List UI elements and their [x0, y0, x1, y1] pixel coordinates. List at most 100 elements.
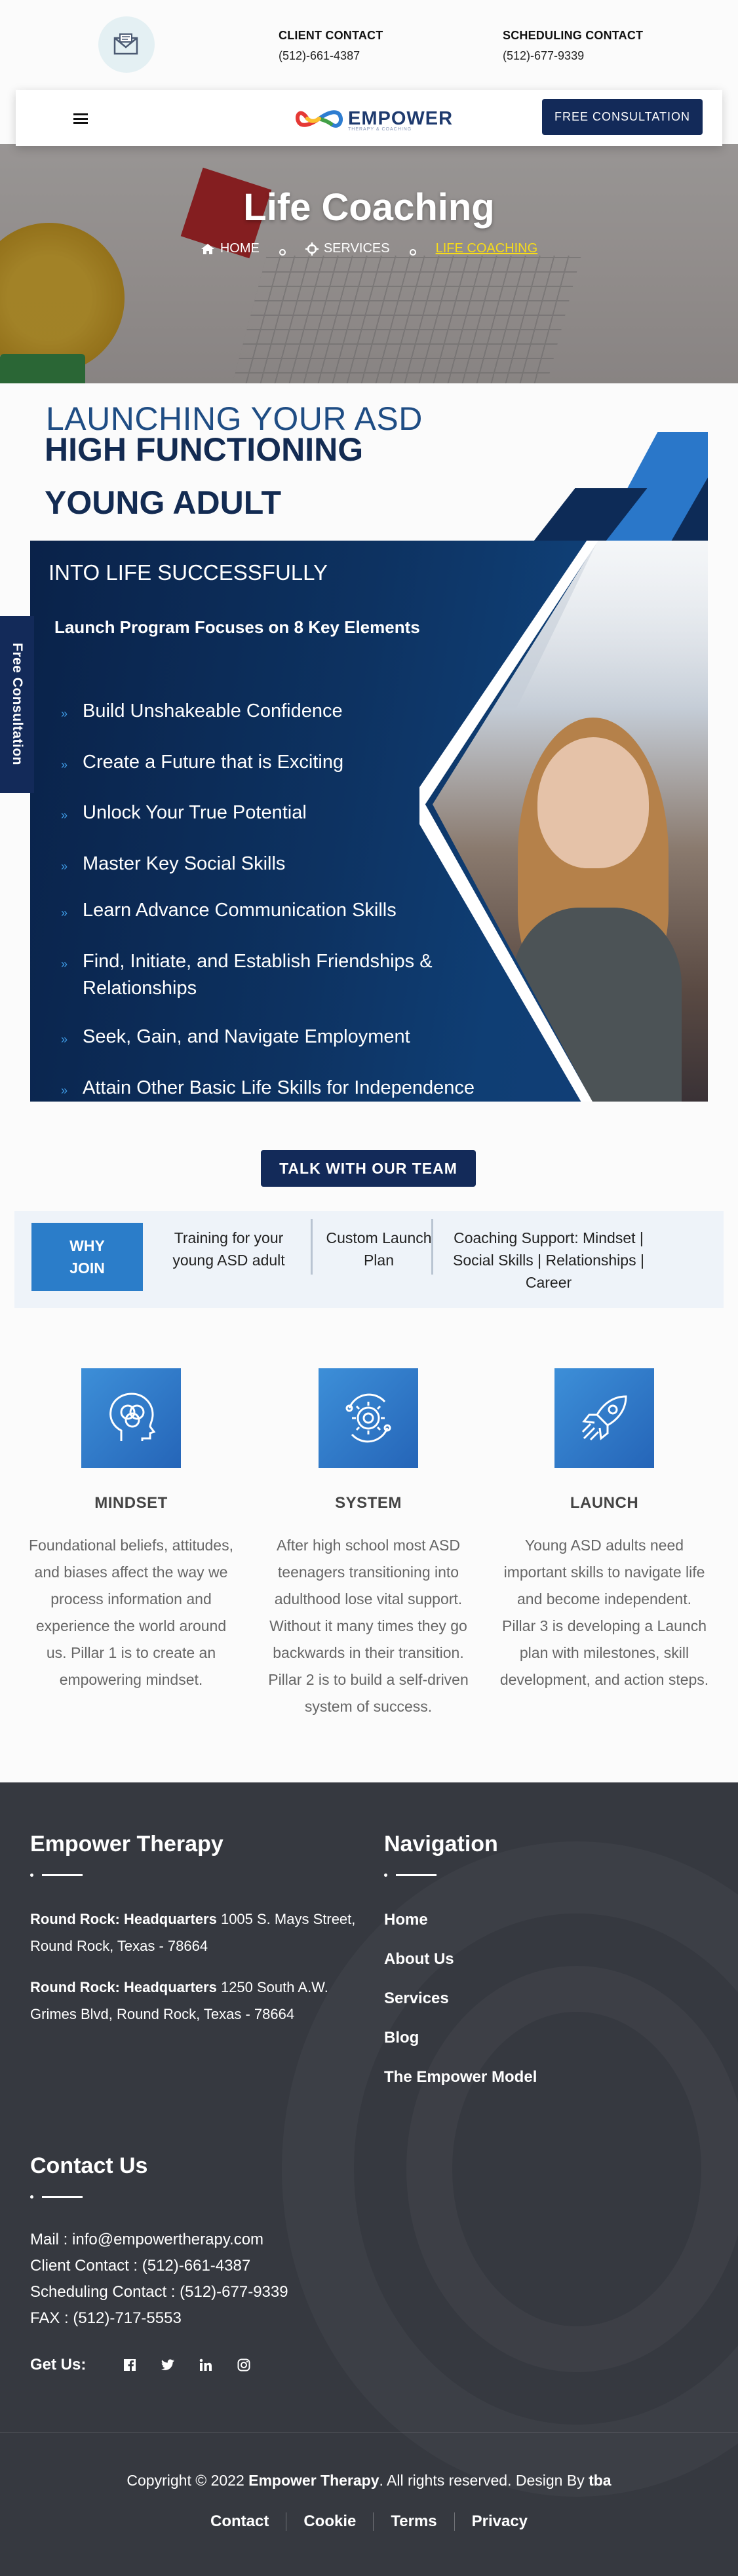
list-item: » Create a Future that is Exciting [61, 749, 480, 779]
divider [431, 1219, 433, 1275]
breadcrumb-services[interactable]: SERVICES [305, 241, 390, 256]
key-elements-list: » Build Unshakeable Confidence » Create a … [61, 698, 480, 1102]
hamburger-menu-icon[interactable] [73, 113, 88, 124]
breadcrumb-separator [279, 248, 286, 256]
client-contact-phone[interactable]: (512)-661-4387 [279, 49, 383, 63]
legal-link-privacy[interactable]: Privacy [454, 2512, 545, 2531]
free-consultation-button[interactable]: FREE CONSULTATION [542, 99, 703, 135]
double-chevron-icon: » [61, 758, 68, 771]
footer-link-home[interactable]: Home [384, 1900, 537, 1940]
linkedin-icon[interactable] [199, 2358, 213, 2372]
top-bar: CLIENT CONTACT (512)-661-4387 SCHEDULING… [0, 0, 738, 88]
client-contact-title: CLIENT CONTACT [279, 29, 383, 42]
client-contact: CLIENT CONTACT (512)-661-4387 [279, 29, 383, 63]
legal-link-contact[interactable]: Contact [193, 2512, 286, 2531]
free-consultation-side-tab[interactable]: Free Consultation [0, 616, 34, 793]
divider [311, 1219, 313, 1275]
list-item: » Find, Initiate, and Establish Friendshi… [61, 948, 480, 1002]
contact-mail[interactable]: Mail : info@empowertherapy.com [30, 2227, 288, 2253]
hero-content: Life Coaching HOME SERVICES LIFE COACHIN… [0, 144, 738, 383]
contact-scheduling[interactable]: Scheduling Contact : (512)-677-9339 [30, 2279, 288, 2305]
launch-panel: INTO LIFE SUCCESSFULLY Launch Program Fo… [30, 541, 708, 1102]
legal-link-terms[interactable]: Terms [373, 2512, 454, 2531]
double-chevron-icon: » [61, 707, 68, 720]
heading-underline [30, 2195, 83, 2199]
facebook-icon[interactable] [123, 2358, 137, 2372]
get-us-label: Get Us: [30, 2356, 87, 2374]
list-item: » Learn Advance Communication Skills [61, 897, 480, 927]
copyright-designer[interactable]: tba [589, 2472, 612, 2489]
logo[interactable]: EMPOWER THERAPY & COACHING [296, 106, 453, 132]
address-hq-2: Round Rock: Headquarters 1250 South A.W.… [30, 1979, 328, 2022]
footer-contact-heading: Contact Us [30, 2153, 148, 2178]
double-chevron-icon: » [61, 906, 68, 919]
list-item: » Attain Other Basic Life Skills for Inde… [61, 1075, 480, 1102]
page-title: Life Coaching [243, 186, 495, 229]
launch-panel-heading: INTO LIFE SUCCESSFULLY [49, 560, 328, 585]
logo-tagline: THERAPY & COACHING [348, 127, 412, 132]
breadcrumb-services-label: SERVICES [323, 241, 390, 256]
why-item: Training for your young ASD adult [172, 1229, 285, 1269]
copyright-brand[interactable]: Empower Therapy [248, 2472, 379, 2489]
double-chevron-icon: » [61, 1033, 68, 1046]
footer-link-empower-model[interactable]: The Empower Model [384, 2058, 537, 2097]
pillar-launch: LAUNCH Young ASD adults need important s… [499, 1368, 709, 1693]
heading-underline [384, 1874, 437, 1877]
pillar-mindset: MINDSET Foundational beliefs, attitudes,… [26, 1368, 236, 1693]
footer-divider [0, 2432, 738, 2433]
social-row: Get Us: [30, 2356, 251, 2374]
breadcrumb-home[interactable]: HOME [201, 241, 260, 256]
hero-banner: Life Coaching HOME SERVICES LIFE COACHIN… [0, 144, 738, 383]
footer-nav-heading: Navigation [384, 1832, 498, 1856]
launch-panel-subheading: Launch Program Focuses on 8 Key Elements [54, 617, 420, 637]
contact-fax: FAX : (512)-717-5553 [30, 2309, 182, 2327]
footer-brand-heading: Empower Therapy [30, 1832, 223, 1856]
breadcrumb: HOME SERVICES LIFE COACHING [0, 241, 738, 256]
side-tab-label: Free Consultation [10, 643, 25, 766]
why-join-bar: WHY JOIN Training for your young ASD adu… [14, 1211, 724, 1308]
list-item: » Unlock Your True Potential [61, 799, 480, 829]
site-footer: Empower Therapy Round Rock: Headquarters… [0, 1782, 738, 2576]
footer-link-about[interactable]: About Us [384, 1940, 537, 1979]
pillar-body: Foundational beliefs, attitudes, and bia… [29, 1537, 233, 1688]
list-item: » Build Unshakeable Confidence [61, 698, 480, 727]
infinity-logo-icon [296, 110, 343, 128]
breadcrumb-separator [409, 248, 416, 256]
gear-icon [319, 1368, 418, 1468]
footer-nav-list: Home About Us Services Blog The Empower … [384, 1900, 537, 2097]
instagram-icon[interactable] [237, 2358, 251, 2372]
launch-heading-line1: HIGH FUNCTIONING [45, 431, 364, 468]
legal-links: Contact Cookie Terms Privacy [0, 2512, 738, 2531]
home-icon [201, 243, 214, 254]
copyright: Copyright © 2022 Empower Therapy. All ri… [126, 2472, 612, 2489]
why-item: Custom Launch Plan [326, 1229, 432, 1269]
contact-client[interactable]: Client Contact : (512)-661-4387 [30, 2253, 288, 2279]
pillar-title: LAUNCH [570, 1494, 639, 1512]
brain-icon [81, 1368, 181, 1468]
list-item: » Master Key Social Skills [61, 851, 480, 880]
pillar-title: MINDSET [94, 1494, 168, 1512]
footer-link-services[interactable]: Services [384, 1979, 537, 2018]
why-item: Coaching Support: Mindset | Social Skill… [453, 1229, 644, 1291]
scheduling-contact-title: SCHEDULING CONTACT [503, 29, 644, 42]
scheduling-contact: SCHEDULING CONTACT (512)-677-9339 [503, 29, 643, 63]
footer-link-blog[interactable]: Blog [384, 2018, 537, 2058]
address-hq-1: Round Rock: Headquarters 1005 S. Mays St… [30, 1911, 356, 1954]
footer-contact-lines: Mail : info@empowertherapy.com Client Co… [30, 2227, 288, 2332]
breadcrumb-home-label: HOME [220, 241, 260, 256]
launch-heading-line2: YOUNG ADULT [45, 484, 282, 521]
twitter-icon[interactable] [161, 2358, 175, 2372]
pillar-title: SYSTEM [335, 1494, 402, 1512]
main-navbar: EMPOWER THERAPY & COACHING FREE CONSULTA… [16, 90, 722, 146]
social-links [123, 2358, 251, 2372]
why-join-label: WHY JOIN [31, 1223, 143, 1291]
pillar-body: After high school most ASD teenagers tra… [268, 1537, 469, 1715]
logo-text: EMPOWER [348, 107, 454, 129]
crosshair-icon [305, 242, 319, 256]
mail-icon[interactable] [98, 16, 155, 73]
talk-with-team-button[interactable]: TALK WITH OUR TEAM [261, 1150, 476, 1187]
double-chevron-icon: » [61, 809, 68, 822]
scheduling-contact-phone[interactable]: (512)-677-9339 [503, 49, 643, 63]
legal-link-cookie[interactable]: Cookie [286, 2512, 373, 2531]
breadcrumb-current: LIFE COACHING [435, 241, 538, 256]
